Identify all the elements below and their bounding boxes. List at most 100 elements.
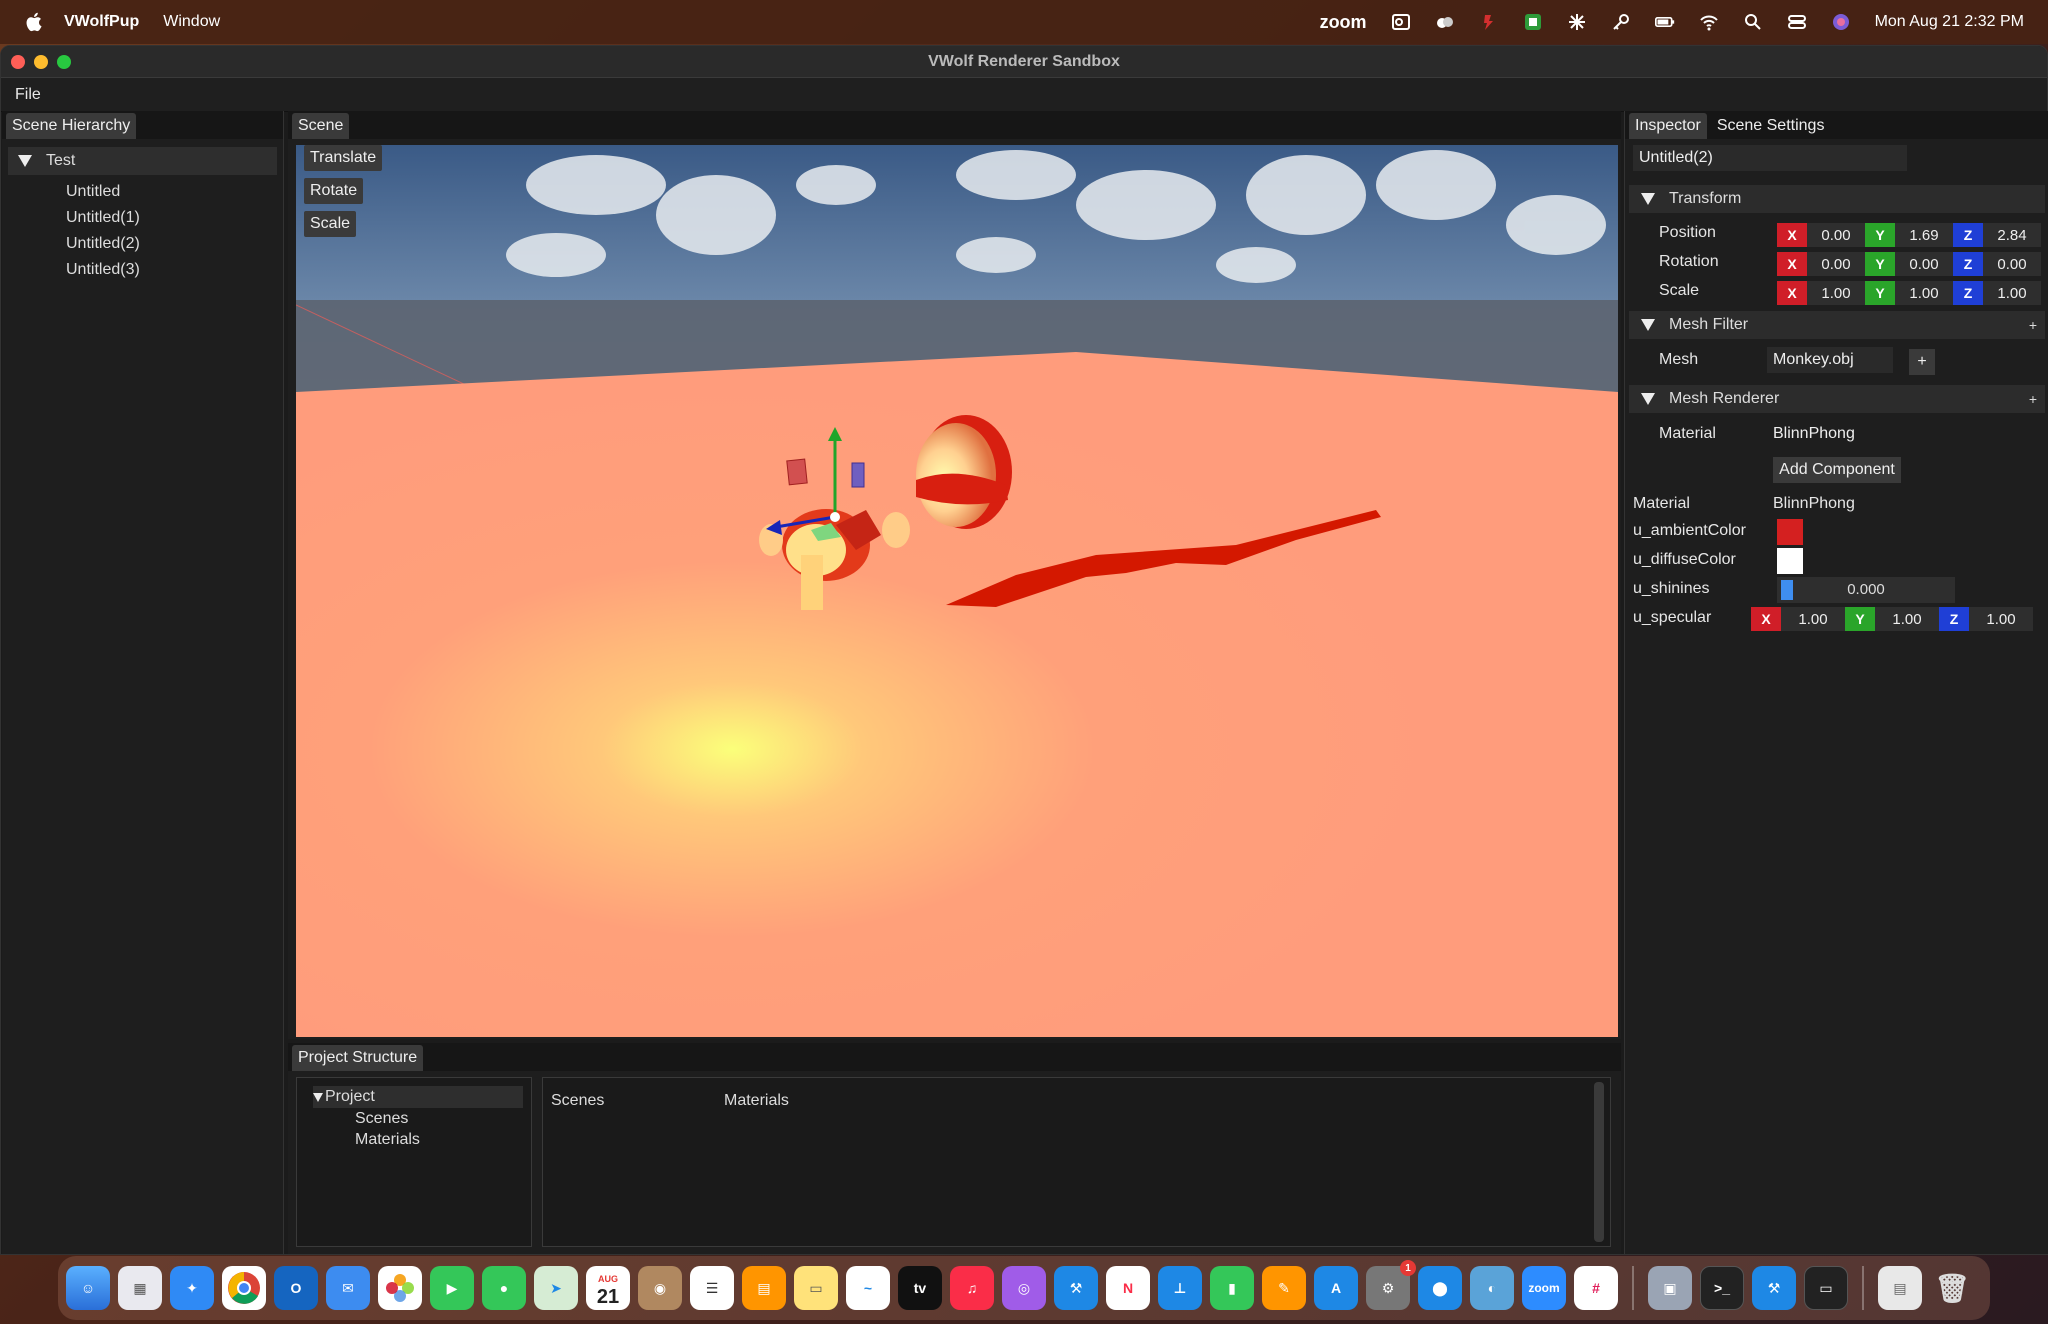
podcasts-icon[interactable]: ◎: [1002, 1266, 1046, 1310]
translate-tool-button[interactable]: Translate: [304, 145, 383, 171]
specular-z-field[interactable]: 1.00: [1969, 607, 2033, 631]
scale-y-field[interactable]: 1.00: [1895, 281, 1953, 305]
rotate-tool-button[interactable]: Rotate: [304, 178, 364, 204]
hierarchy-item-untitled-2[interactable]: Untitled(2): [2, 231, 283, 257]
vpn-app-icon[interactable]: ◐: [1470, 1266, 1514, 1310]
contacts-icon[interactable]: ◉: [638, 1266, 682, 1310]
rotation-y-field[interactable]: 0.00: [1895, 252, 1953, 276]
hierarchy-item-untitled[interactable]: Untitled: [2, 179, 283, 205]
mesh-filter-section-header[interactable]: Mesh Filter +: [1629, 311, 2045, 339]
zoom-app-icon[interactable]: zoom: [1522, 1266, 1566, 1310]
finder-icon[interactable]: ☺: [66, 1266, 110, 1310]
hierarchy-item-untitled-1[interactable]: Untitled(1): [2, 205, 283, 231]
folder-scenes[interactable]: Scenes: [551, 1092, 604, 1110]
mesh-renderer-options-button[interactable]: +: [2029, 391, 2037, 407]
tab-scene-settings[interactable]: Scene Settings: [1711, 113, 1831, 139]
key-status-icon[interactable]: [1611, 12, 1631, 32]
keynote-icon[interactable]: ⊥: [1158, 1266, 1202, 1310]
tab-scene[interactable]: Scene: [292, 113, 350, 139]
menubar-clock[interactable]: Mon Aug 21 2:32 PM: [1875, 13, 2024, 31]
downloads-stack-icon[interactable]: ▤: [1878, 1266, 1922, 1310]
app-store-icon[interactable]: A: [1314, 1266, 1358, 1310]
project-root-node[interactable]: Project: [313, 1086, 523, 1108]
mesh-renderer-section-header[interactable]: Mesh Renderer +: [1629, 385, 2045, 413]
add-component-button[interactable]: Add Component: [1773, 457, 1901, 483]
apple-menu-icon[interactable]: [24, 11, 46, 33]
siri-icon[interactable]: [1831, 12, 1851, 32]
hierarchy-item-untitled-3[interactable]: Untitled(3): [2, 257, 283, 283]
app-menu-title[interactable]: VWolfPup: [64, 13, 139, 31]
trash-icon[interactable]: 🗑: [1930, 1266, 1974, 1310]
project-scrollbar[interactable]: [1594, 1082, 1604, 1242]
renderer-material-value[interactable]: BlinnPhong: [1767, 421, 2041, 447]
pages-icon[interactable]: ✎: [1262, 1266, 1306, 1310]
project-tree-item-materials[interactable]: Materials: [297, 1129, 531, 1150]
diffuse-color-swatch[interactable]: [1777, 548, 1803, 574]
transform-section-header[interactable]: Transform: [1629, 185, 2045, 213]
expand-triangle-icon[interactable]: [313, 1092, 323, 1102]
maps-icon[interactable]: ➤: [534, 1266, 578, 1310]
safari-icon[interactable]: ✦: [170, 1266, 214, 1310]
photos-icon[interactable]: [378, 1266, 422, 1310]
green-app-status-icon[interactable]: [1523, 12, 1543, 32]
tab-inspector[interactable]: Inspector: [1629, 113, 1707, 139]
apple-tv-icon[interactable]: tv: [898, 1266, 942, 1310]
reminders-icon[interactable]: ☰: [690, 1266, 734, 1310]
wifi-icon[interactable]: [1699, 12, 1719, 32]
sparkle-status-icon[interactable]: [1567, 12, 1587, 32]
minimize-window-button[interactable]: [34, 54, 48, 69]
position-z-field[interactable]: 2.84: [1983, 223, 2041, 247]
freeform-icon[interactable]: ~: [846, 1266, 890, 1310]
chrome-icon[interactable]: [222, 1266, 266, 1310]
numbers-icon[interactable]: ▮: [1210, 1266, 1254, 1310]
news-icon[interactable]: N: [1106, 1266, 1150, 1310]
outlook-icon[interactable]: O: [274, 1266, 318, 1310]
scale-z-field[interactable]: 1.00: [1983, 281, 2041, 305]
scale-tool-button[interactable]: Scale: [304, 211, 357, 237]
system-settings-icon[interactable]: ⚙ 1: [1366, 1260, 1416, 1310]
messages-icon[interactable]: ●: [482, 1266, 526, 1310]
scale-x-field[interactable]: 1.00: [1807, 281, 1865, 305]
outlook-status-icon[interactable]: [1391, 12, 1411, 32]
rotation-x-field[interactable]: 0.00: [1807, 252, 1865, 276]
xcode-dev-icon[interactable]: ⚒: [1752, 1266, 1796, 1310]
exec-app-icon[interactable]: ▭: [1804, 1266, 1848, 1310]
zoom-status-item[interactable]: zoom: [1320, 12, 1367, 33]
entity-name-field[interactable]: Untitled(2): [1633, 145, 1907, 171]
close-window-button[interactable]: [11, 54, 25, 69]
project-tree-item-scenes[interactable]: Scenes: [297, 1108, 531, 1129]
tab-scene-hierarchy[interactable]: Scene Hierarchy: [6, 113, 137, 139]
mesh-add-button[interactable]: +: [1909, 349, 1935, 375]
slack-icon[interactable]: #: [1574, 1266, 1618, 1310]
xcode-icon[interactable]: ⚒: [1054, 1266, 1098, 1310]
launchpad-icon[interactable]: ▦: [118, 1266, 162, 1310]
red-app-status-icon[interactable]: [1479, 12, 1499, 32]
hierarchy-root-node[interactable]: Test: [8, 147, 277, 175]
collapse-triangle-icon[interactable]: [1641, 393, 1655, 405]
folder-materials[interactable]: Materials: [724, 1092, 789, 1110]
books-icon[interactable]: ▤: [742, 1266, 786, 1310]
mail-icon[interactable]: ✉: [326, 1266, 370, 1310]
spotlight-search-icon[interactable]: [1743, 12, 1763, 32]
expand-triangle-icon[interactable]: [18, 155, 32, 167]
cloud-status-icon[interactable]: [1435, 12, 1455, 32]
collapse-triangle-icon[interactable]: [1641, 193, 1655, 205]
fullscreen-window-button[interactable]: [57, 54, 71, 69]
facetime-icon[interactable]: ▶: [430, 1266, 474, 1310]
mesh-value-field[interactable]: Monkey.obj: [1767, 347, 1893, 373]
music-icon[interactable]: ♫: [950, 1266, 994, 1310]
window-titlebar[interactable]: VWolf Renderer Sandbox: [1, 46, 2047, 78]
rotation-z-field[interactable]: 0.00: [1983, 252, 2041, 276]
collapse-triangle-icon[interactable]: [1641, 319, 1655, 331]
battery-icon[interactable]: [1654, 12, 1675, 32]
notes-icon[interactable]: ▭: [794, 1266, 838, 1310]
tab-project-structure[interactable]: Project Structure: [292, 1045, 424, 1071]
menu-file[interactable]: File: [15, 86, 41, 104]
specular-x-field[interactable]: 1.00: [1781, 607, 1845, 631]
mesh-filter-options-button[interactable]: +: [2029, 317, 2037, 333]
ambient-color-swatch[interactable]: [1777, 519, 1803, 545]
specular-y-field[interactable]: 1.00: [1875, 607, 1939, 631]
control-center-icon[interactable]: [1787, 12, 1807, 32]
scene-viewport[interactable]: Translate Rotate Scale: [296, 145, 1618, 1037]
position-x-field[interactable]: 0.00: [1807, 223, 1865, 247]
